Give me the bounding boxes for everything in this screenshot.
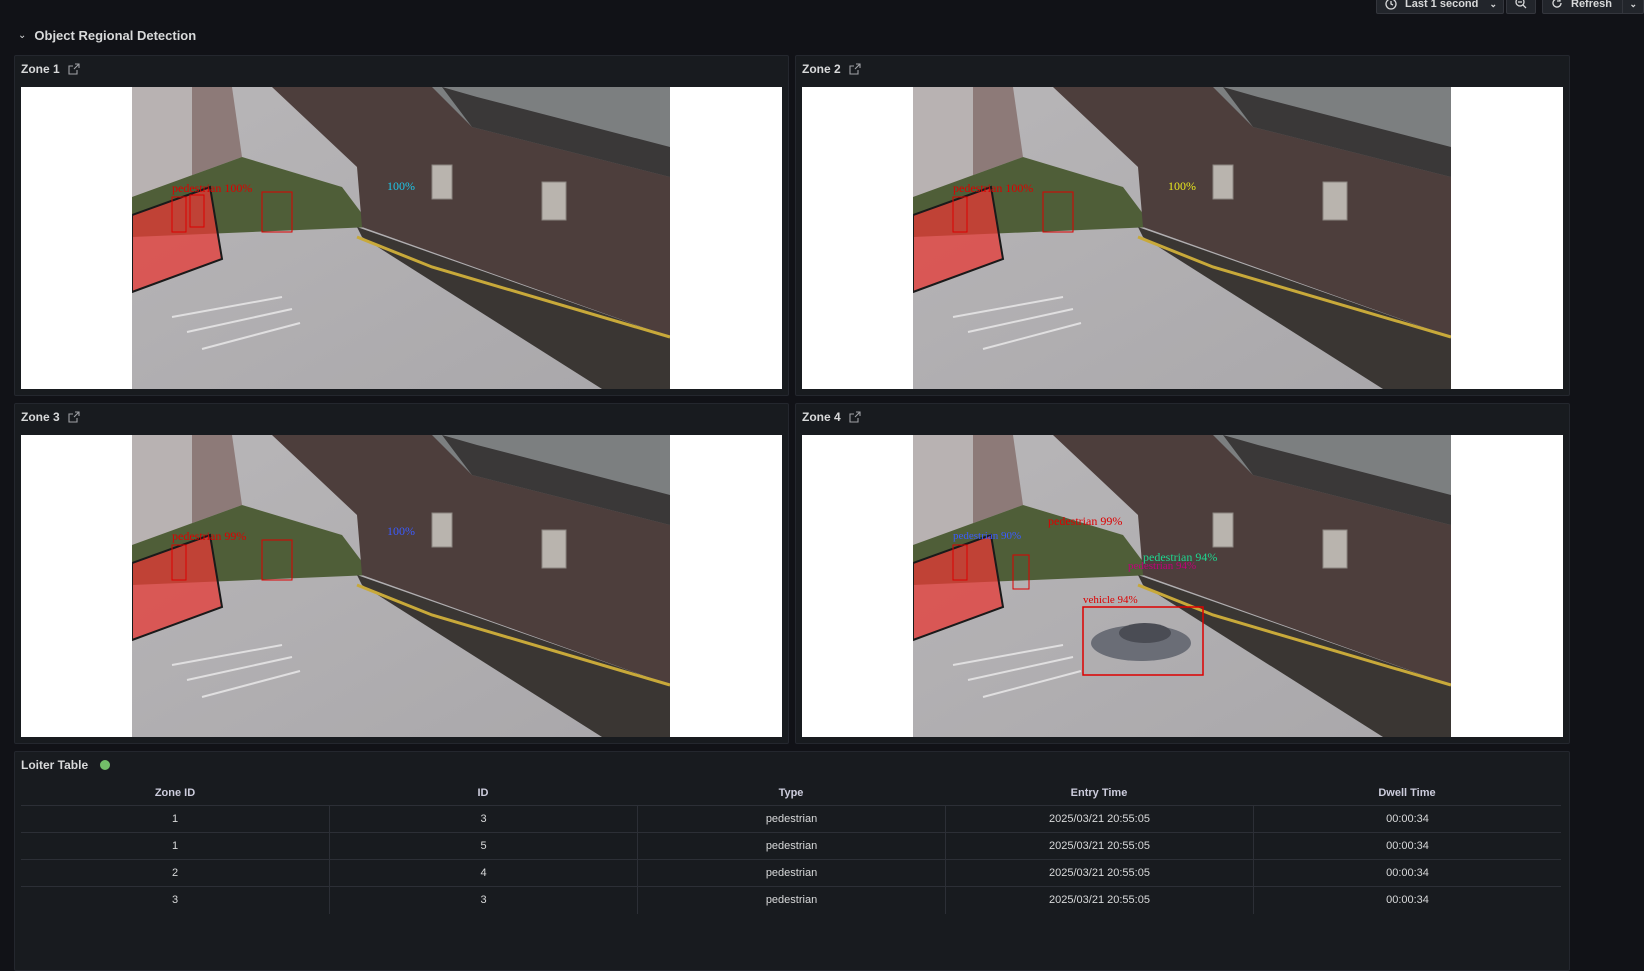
column-header[interactable]: Zone ID [21, 787, 329, 799]
zone-3-panel: Zone 3 pedestrian 99% 100% [14, 403, 789, 744]
detection-label: 100% [1168, 179, 1196, 193]
cell-type: pedestrian [637, 887, 945, 914]
table-row: 3 3 pedestrian 2025/03/21 20:55:05 00:00… [21, 886, 1561, 914]
row-title: Object Regional Detection [34, 28, 197, 43]
time-range-picker[interactable]: Last 1 second ⌄ [1376, 0, 1504, 14]
table-row: 2 4 pedestrian 2025/03/21 20:55:05 00:00… [21, 859, 1561, 887]
zoom-out-icon [1515, 0, 1527, 12]
zone-1-image: pedestrian 100% 100% [21, 87, 782, 389]
column-header[interactable]: Dwell Time [1253, 787, 1561, 799]
detection-label: pedestrian 99% [1048, 514, 1122, 528]
cell-zone-id: 2 [171, 867, 179, 879]
panel-title: Zone 4 [802, 410, 841, 424]
loiter-table-panel: Loiter Table Zone ID ID Type Entry Time … [14, 751, 1570, 971]
chevron-down-icon[interactable]: ⌄ [18, 30, 26, 41]
zone-2-image: pedestrian 100% 100% [802, 87, 1563, 389]
external-link-icon[interactable] [68, 411, 80, 423]
table-header: Zone ID ID Type Entry Time Dwell Time [21, 787, 1561, 799]
detection-label: pedestrian 90% [953, 530, 1021, 542]
zone-1-panel: Zone 1 pedestrian 100% 100% [14, 55, 789, 396]
cell-id: 3 [329, 806, 637, 833]
cell-entry-time: 2025/03/21 20:55:05 [945, 806, 1253, 833]
chevron-down-icon[interactable]: ⌄ [1629, 0, 1637, 10]
refresh-label: Refresh [1571, 0, 1612, 10]
detection-label: pedestrian 99% [172, 529, 246, 543]
zone-2-panel: Zone 2 pedestrian 100% 100% [795, 55, 1570, 396]
zone-3-image: pedestrian 99% 100% [21, 435, 782, 737]
detection-label: vehicle 94% [1083, 594, 1138, 606]
cell-id: 5 [329, 833, 637, 860]
panel-title: Loiter Table [21, 758, 89, 772]
cell-entry-time: 2025/03/21 20:55:05 [945, 887, 1253, 914]
cell-id: 3 [329, 887, 637, 914]
cell-dwell-time: 00:00:34 [1253, 860, 1561, 887]
panel-title: Zone 2 [802, 62, 841, 76]
column-header[interactable]: ID [329, 787, 637, 799]
cell-dwell-time: 00:00:34 [1253, 833, 1561, 860]
table-row: 1 3 pedestrian 2025/03/21 20:55:05 00:00… [21, 805, 1561, 833]
cell-zone-id: 1 [171, 813, 179, 825]
cell-entry-time: 2025/03/21 20:55:05 [945, 833, 1253, 860]
column-header[interactable]: Entry Time [945, 787, 1253, 799]
cell-id: 4 [329, 860, 637, 887]
clock-icon [1385, 0, 1397, 10]
cell-type: pedestrian [637, 860, 945, 887]
zone-4-image: pedestrian 90% pedestrian 99% pedestrian… [802, 435, 1563, 737]
panel-title: Zone 1 [21, 62, 60, 76]
table-row: 1 5 pedestrian 2025/03/21 20:55:05 00:00… [21, 832, 1561, 860]
panel-title: Zone 3 [21, 410, 60, 424]
status-dot [100, 760, 111, 770]
cell-entry-time: 2025/03/21 20:55:05 [945, 860, 1253, 887]
zoom-out-button[interactable] [1506, 0, 1536, 14]
detection-label: 100% [387, 179, 415, 193]
detection-label: pedestrian 100% [953, 181, 1033, 195]
detection-label: pedestrian 100% [172, 181, 252, 195]
time-range-label: Last 1 second [1405, 0, 1479, 10]
chevron-down-icon: ⌄ [1489, 0, 1497, 9]
cell-zone-id: 1 [171, 840, 179, 852]
cell-zone-id: 3 [171, 894, 179, 906]
cell-dwell-time: 00:00:34 [1253, 887, 1561, 914]
row-header[interactable]: ⌄ Object Regional Detection [18, 28, 196, 43]
cell-type: pedestrian [637, 806, 945, 833]
column-header[interactable]: Type [637, 787, 945, 799]
external-link-icon[interactable] [849, 411, 861, 423]
cell-type: pedestrian [637, 833, 945, 860]
top-toolbar: Last 1 second ⌄ Refresh ⌄ [0, 0, 1644, 20]
cell-dwell-time: 00:00:34 [1253, 806, 1561, 833]
detection-label: pedestrian 94% [1128, 560, 1196, 572]
refresh-button[interactable]: Refresh ⌄ [1542, 0, 1644, 14]
external-link-icon[interactable] [68, 63, 80, 75]
zone-4-panel: Zone 4 pedestrian 90% pedestrian 99% ped… [795, 403, 1570, 744]
detection-label: 100% [387, 524, 415, 538]
external-link-icon[interactable] [849, 63, 861, 75]
refresh-icon [1551, 0, 1563, 12]
